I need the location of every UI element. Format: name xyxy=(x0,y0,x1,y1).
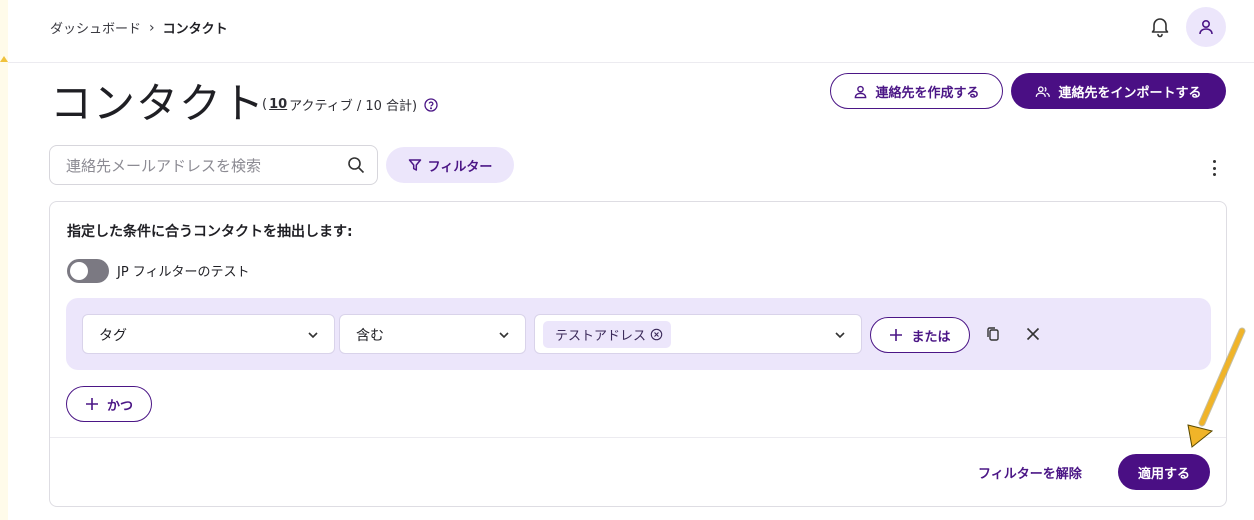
create-contact-button[interactable]: 連絡先を作成する xyxy=(830,73,1003,109)
create-contact-label: 連絡先を作成する xyxy=(875,85,980,101)
active-count-link[interactable]: 10 xyxy=(269,97,287,112)
toggle-knob xyxy=(70,262,88,280)
add-and-label: かつ xyxy=(106,398,133,414)
import-contacts-button[interactable]: 連絡先をインポートする xyxy=(1011,73,1226,109)
left-edge-strip xyxy=(0,0,8,520)
breadcrumb: ダッシュボード › コンタクト xyxy=(50,18,228,38)
filter-toggle-label: JP フィルターのテスト xyxy=(117,265,250,280)
chevron-down-icon xyxy=(499,332,509,339)
chevron-down-icon xyxy=(835,332,845,339)
operator-select-value: 含む xyxy=(356,328,384,344)
copy-icon[interactable] xyxy=(984,325,1002,343)
plus-icon xyxy=(85,398,98,410)
remove-chip-icon[interactable] xyxy=(650,328,663,341)
add-and-condition-button[interactable]: かつ xyxy=(66,386,152,422)
add-or-condition-button[interactable]: または xyxy=(870,317,970,353)
user-icon xyxy=(855,85,867,98)
counts-label: アクティブ / 10 合計) xyxy=(289,99,418,114)
value-select[interactable]: テストアドレス xyxy=(534,314,862,354)
breadcrumb-dashboard[interactable]: ダッシュボード xyxy=(50,18,141,37)
add-or-label: または xyxy=(911,329,951,345)
help-icon[interactable] xyxy=(424,97,438,112)
search-input[interactable] xyxy=(66,155,336,177)
left-edge-marker xyxy=(0,56,8,62)
breadcrumb-separator: › xyxy=(149,19,155,36)
field-select-value: タグ xyxy=(99,328,127,344)
counts-open-paren: ( xyxy=(262,97,268,112)
chevron-down-icon xyxy=(308,332,318,339)
apply-button-label: 適用する xyxy=(1137,466,1190,482)
page-title: コンタクト xyxy=(50,79,266,128)
apply-button[interactable]: 適用する xyxy=(1118,454,1210,490)
tag-chip: テストアドレス xyxy=(543,321,672,348)
more-options-icon[interactable] xyxy=(1206,156,1222,180)
funnel-icon xyxy=(408,159,421,171)
user-icon xyxy=(1199,19,1213,35)
import-contacts-label: 連絡先をインポートする xyxy=(1058,85,1202,101)
annotation-arrow xyxy=(1187,327,1246,448)
close-icon[interactable] xyxy=(1024,325,1042,343)
tag-chip-label: テストアドレス xyxy=(555,329,647,344)
operator-select[interactable]: 含む xyxy=(339,314,526,354)
users-icon xyxy=(1036,85,1051,97)
condition-row: タグ 含む テストアドレス または xyxy=(66,298,1211,370)
top-bar: ダッシュボード › コンタクト xyxy=(8,0,1254,63)
filter-toggle[interactable] xyxy=(67,259,109,283)
clear-filter-link[interactable]: フィルターを解除 xyxy=(978,463,1082,482)
breadcrumb-current: コンタクト xyxy=(162,22,228,37)
filter-button-label: フィルター xyxy=(427,159,493,175)
plus-icon xyxy=(890,329,903,341)
avatar[interactable] xyxy=(1186,7,1226,47)
contact-counts: ( 10 アクティブ / 10 合計) xyxy=(262,95,438,114)
field-select[interactable]: タグ xyxy=(82,314,335,354)
search-box xyxy=(49,145,378,185)
bell-icon[interactable] xyxy=(1148,14,1172,38)
search-icon[interactable] xyxy=(347,156,365,174)
filter-panel: 指定した条件に合うコンタクトを抽出します: JP フィルターのテスト タグ 含む… xyxy=(49,201,1227,507)
panel-divider xyxy=(50,437,1226,438)
filter-button[interactable]: フィルター xyxy=(386,147,514,183)
filter-panel-heading: 指定した条件に合うコンタクトを抽出します: xyxy=(67,224,353,240)
